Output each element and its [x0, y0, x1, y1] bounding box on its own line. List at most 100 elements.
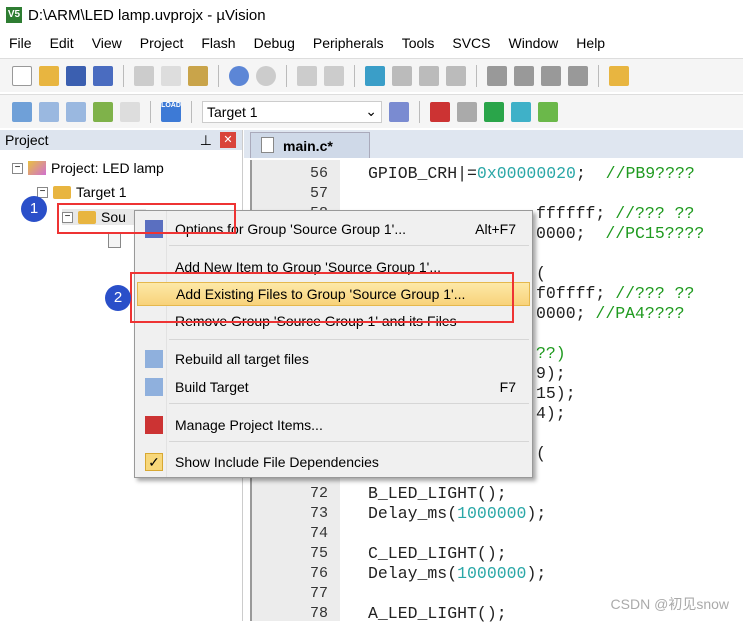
menu-window[interactable]: Window — [500, 35, 568, 51]
tree-project[interactable]: − Project: LED lamp — [12, 160, 164, 176]
back-icon[interactable] — [297, 65, 317, 86]
indent-icon[interactable] — [487, 65, 507, 86]
tab-label: main.c* — [283, 137, 333, 154]
pack-installer-icon[interactable] — [484, 101, 504, 122]
menu-peripherals[interactable]: Peripherals — [304, 35, 393, 51]
target-folder-icon — [53, 185, 71, 199]
code-token: ( — [536, 264, 546, 283]
menu-separator — [169, 441, 529, 442]
menu-tools[interactable]: Tools — [393, 35, 444, 51]
window-title: D:\ARM\LED lamp.uvprojx - µVision — [28, 6, 266, 24]
menu-file[interactable]: File — [0, 35, 41, 51]
step-badge-1: 1 — [21, 196, 47, 222]
file-icon — [261, 137, 274, 153]
tree-target[interactable]: − Target 1 — [37, 184, 127, 200]
build-toolbar: LOAD Target 1 ⌄ — [0, 94, 743, 128]
undo-icon[interactable] — [229, 65, 249, 86]
title-bar: V5 D:\ARM\LED lamp.uvprojx - µVision — [0, 0, 743, 30]
checkmark-icon: ✓ — [145, 453, 163, 471]
collapse-icon[interactable]: − — [37, 186, 48, 198]
find-in-files-icon[interactable] — [609, 65, 629, 86]
code-token: C_LED_LIGHT(); — [368, 544, 507, 563]
manage-components-icon[interactable] — [430, 101, 450, 122]
rebuild-icon[interactable] — [66, 101, 86, 122]
context-menu-item[interactable]: Rebuild all target files — [137, 347, 530, 371]
open-folder-icon[interactable] — [39, 65, 59, 86]
load-icon[interactable]: LOAD — [161, 101, 181, 122]
cut-icon[interactable] — [134, 65, 154, 86]
translate-icon[interactable] — [12, 101, 32, 122]
clear-bookmarks-icon[interactable] — [446, 65, 466, 86]
code-token: ); — [526, 564, 547, 583]
code-token: 9); — [536, 364, 566, 383]
target-select[interactable]: Target 1 ⌄ — [202, 100, 382, 123]
menu-help[interactable]: Help — [567, 35, 614, 51]
highlight-box-1 — [57, 203, 236, 234]
menu-edit[interactable]: Edit — [41, 35, 83, 51]
file-extensions-icon[interactable] — [457, 101, 477, 122]
code-token: ; — [575, 164, 606, 183]
tree-file[interactable] — [108, 232, 121, 248]
menu-project[interactable]: Project — [131, 35, 193, 51]
bookmark-icon[interactable] — [365, 65, 385, 86]
editor-tabs: main.c* — [244, 130, 743, 158]
menu-view[interactable]: View — [83, 35, 131, 51]
file-icon — [108, 232, 121, 248]
save-all-icon[interactable] — [93, 65, 113, 86]
menu-flash[interactable]: Flash — [192, 35, 244, 51]
code-token: 15); — [536, 384, 576, 403]
new-file-icon[interactable] — [12, 65, 32, 86]
target-options-icon[interactable] — [389, 101, 409, 122]
line-number: 73 — [309, 505, 328, 522]
save-icon[interactable] — [66, 65, 86, 86]
code-token: B_LED_LIGHT(); — [368, 484, 507, 503]
paste-icon[interactable] — [188, 65, 208, 86]
stop-build-icon[interactable] — [120, 101, 140, 122]
code-token: ffffff; — [536, 204, 616, 223]
next-bookmark-icon[interactable] — [419, 65, 439, 86]
menu-item-label: Show Include File Dependencies — [175, 454, 379, 470]
pin-icon[interactable]: ⊥ — [200, 132, 212, 149]
code-line: 15); — [536, 384, 576, 403]
context-menu-item[interactable]: Build Target F7 — [137, 375, 530, 399]
select-packs-icon[interactable] — [511, 101, 531, 122]
collapse-icon[interactable]: − — [12, 162, 23, 174]
code-token: 1000000 — [457, 504, 527, 523]
code-line: ??) — [536, 344, 566, 363]
batch-build-icon[interactable] — [93, 101, 113, 122]
uncomment-icon[interactable] — [568, 65, 588, 86]
line-number: 57 — [309, 185, 328, 202]
redo-icon[interactable] — [256, 65, 276, 86]
build-icon[interactable] — [39, 101, 59, 122]
code-token: //PA4???? — [595, 304, 685, 323]
menu-debug[interactable]: Debug — [245, 35, 304, 51]
prev-bookmark-icon[interactable] — [392, 65, 412, 86]
code-line: Delay_ms(1000000); — [368, 504, 546, 523]
code-line: ( — [536, 444, 546, 463]
code-token: //??? ?? — [615, 284, 695, 303]
menu-svcs[interactable]: SVCS — [443, 35, 499, 51]
comment-icon[interactable] — [541, 65, 561, 86]
context-menu-item[interactable]: ✓ Show Include File Dependencies — [137, 450, 530, 474]
code-line: 9); — [536, 364, 566, 383]
close-icon[interactable]: ✕ — [220, 132, 236, 148]
menu-item-shortcut: F7 — [499, 379, 516, 395]
copy-icon[interactable] — [161, 65, 181, 86]
project-icon — [28, 161, 46, 175]
menu-item-label: Manage Project Items... — [175, 417, 323, 433]
tree-label: Project: LED lamp — [51, 160, 164, 176]
context-menu-item[interactable]: Manage Project Items... — [137, 413, 530, 437]
code-token: Delay_ms( — [368, 504, 458, 523]
forward-icon[interactable] — [324, 65, 344, 86]
code-token: //PB9???? — [605, 164, 695, 183]
line-number: 77 — [309, 585, 328, 602]
unindent-icon[interactable] — [514, 65, 534, 86]
tab-main-c[interactable]: main.c* — [250, 132, 370, 158]
run-time-env-icon[interactable] — [538, 101, 558, 122]
code-line: 0000; //PA4???? — [536, 304, 685, 323]
menu-bar: File Edit View Project Flash Debug Peripherals… — [0, 30, 743, 56]
menu-item-label: Build Target — [175, 379, 249, 395]
code-token: A_LED_LIGHT(); — [368, 604, 507, 623]
project-panel-title: Project — [5, 132, 49, 148]
code-token: //??? ?? — [615, 204, 695, 223]
